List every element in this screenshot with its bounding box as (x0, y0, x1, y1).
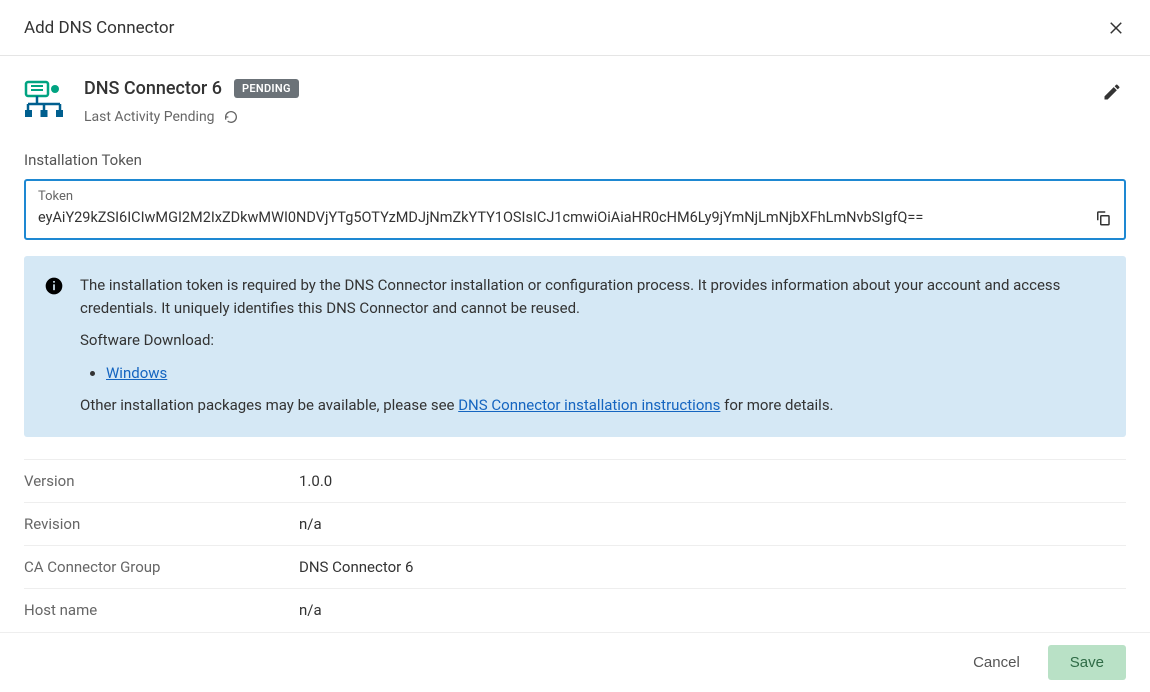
download-list: Windows (80, 362, 1106, 385)
details-row: Revision n/a (24, 502, 1126, 545)
dialog-footer: Cancel Save (0, 632, 1150, 692)
connector-header: DNS Connector 6 PENDING Last Activity Pe… (24, 78, 1126, 125)
details-key: Version (24, 472, 299, 490)
content-scroll[interactable]: DNS Connector 6 PENDING Last Activity Pe… (0, 56, 1150, 632)
connector-icon (24, 80, 64, 120)
details-row: CA Connector Group DNS Connector 6 (24, 545, 1126, 588)
dialog-header: Add DNS Connector (0, 0, 1150, 56)
info-icon (44, 276, 64, 296)
details-table: Version 1.0.0 Revision n/a CA Connector … (24, 459, 1126, 632)
details-row: Version 1.0.0 (24, 459, 1126, 502)
close-button[interactable] (1106, 18, 1126, 38)
save-button[interactable]: Save (1048, 645, 1126, 680)
token-label: Token (38, 189, 1112, 204)
details-key: CA Connector Group (24, 558, 299, 576)
status-badge: PENDING (234, 79, 299, 98)
token-field: Token eyAiY29kZSI6ICIwMGI2M2IxZDkwMWI0ND… (24, 179, 1126, 240)
info-text-3: Other installation packages may be avail… (80, 394, 1106, 417)
details-key: Host name (24, 601, 299, 619)
install-instructions-link[interactable]: DNS Connector installation instructions (458, 396, 720, 414)
token-value: eyAiY29kZSI6ICIwMGI2M2IxZDkwMWI0NDVjYTg5… (38, 208, 1086, 228)
close-icon (1107, 19, 1125, 37)
details-val: n/a (299, 515, 322, 533)
copy-button[interactable] (1094, 209, 1112, 227)
info-panel: The installation token is required by th… (24, 256, 1126, 437)
info-text-1: The installation token is required by th… (80, 274, 1106, 319)
download-link-windows[interactable]: Windows (106, 364, 167, 382)
edit-button[interactable] (1102, 82, 1122, 102)
token-section-heading: Installation Token (24, 151, 1126, 169)
download-label: Software Download: (80, 329, 1106, 352)
details-key: Revision (24, 515, 299, 533)
details-val: DNS Connector 6 (299, 558, 413, 576)
refresh-icon[interactable] (223, 109, 239, 125)
cancel-button[interactable]: Cancel (969, 646, 1024, 679)
connector-name: DNS Connector 6 (84, 78, 222, 99)
last-activity-label: Last Activity Pending (84, 109, 215, 125)
dialog-title: Add DNS Connector (24, 18, 174, 38)
details-row: Host name n/a (24, 588, 1126, 631)
details-val: n/a (299, 601, 322, 619)
details-val: 1.0.0 (299, 472, 332, 490)
